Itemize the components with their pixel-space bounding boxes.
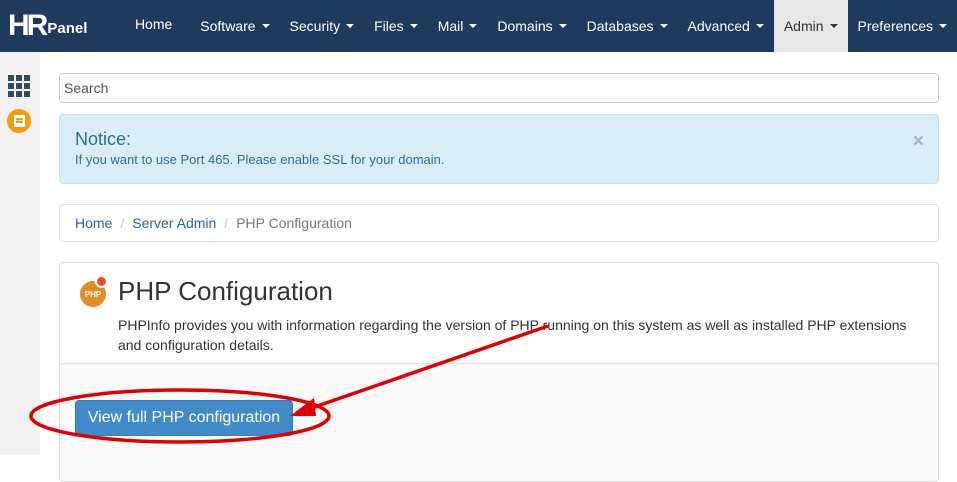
nav-domains[interactable]: Domains [487, 0, 576, 52]
gear-icon [95, 275, 108, 288]
file-manager-icon[interactable] [7, 109, 31, 133]
view-full-php-configuration-button[interactable]: View full PHP configuration [75, 400, 293, 436]
nav-security-label: Security [289, 18, 341, 34]
nav-preferences-label: Preferences [857, 18, 933, 34]
nav-databases[interactable]: Databases [577, 0, 678, 52]
caret-down-icon [659, 24, 668, 28]
caret-down-icon [261, 24, 270, 28]
caret-down-icon [469, 24, 478, 28]
nav-advanced-label: Advanced [687, 18, 750, 34]
panel-body: View full PHP configuration [60, 364, 938, 481]
panel-header: PHP PHP Configuration PHPInfo provides y… [60, 263, 938, 364]
caret-down-icon [939, 24, 947, 28]
nav-files-label: Files [374, 18, 404, 34]
php-config-panel: PHP PHP Configuration PHPInfo provides y… [59, 262, 939, 482]
caret-down-icon [409, 24, 418, 28]
nav-home[interactable]: Home [119, 0, 190, 50]
caret-down-icon [346, 24, 355, 28]
nav-domains-label: Domains [497, 18, 553, 34]
search-input[interactable] [59, 73, 939, 103]
nav-mail-label: Mail [437, 18, 464, 34]
hrpanel-logo[interactable]: HR Panel [8, 9, 88, 43]
breadcrumb-separator: / [224, 215, 229, 231]
logo-main-text: HR [8, 9, 48, 42]
close-icon[interactable]: × [913, 131, 924, 153]
breadcrumb-current: PHP Configuration [236, 215, 352, 231]
caret-down-icon [755, 24, 764, 28]
nav-advanced[interactable]: Advanced [678, 0, 774, 52]
caret-down-icon [558, 24, 567, 28]
nav-admin[interactable]: Admin [773, 0, 848, 52]
main-nav: Home Software Security Files Mail Domain… [119, 0, 957, 52]
breadcrumb-home[interactable]: Home [75, 215, 112, 231]
page-title: PHP Configuration [118, 276, 333, 306]
nav-admin-label: Admin [783, 18, 824, 34]
breadcrumb-server-admin[interactable]: Server Admin [132, 215, 216, 231]
breadcrumb-separator: / [120, 215, 125, 231]
nav-security[interactable]: Security [280, 0, 365, 52]
nav-preferences[interactable]: Preferences [848, 0, 957, 52]
notice-alert: Notice: If you want to use Port 465. Ple… [59, 114, 939, 184]
nav-files[interactable]: Files [364, 0, 428, 52]
nav-databases-label: Databases [586, 18, 654, 34]
notice-message: If you want to use Port 465. Please enab… [75, 152, 445, 167]
apps-grid-icon[interactable] [8, 75, 30, 97]
logo-sub-text: Panel [47, 20, 88, 37]
page-description: PHPInfo provides you with information re… [118, 317, 907, 353]
breadcrumb: Home / Server Admin / PHP Configuration [59, 204, 939, 242]
nav-software-label: Software [200, 18, 256, 34]
nav-mail[interactable]: Mail [428, 0, 488, 52]
caret-down-icon [829, 24, 838, 28]
notice-title: Notice: [75, 129, 132, 149]
top-navbar: HR Panel Home Software Security Files Mai… [0, 0, 957, 52]
nav-home-label: Home [134, 16, 173, 32]
left-sidebar [0, 52, 40, 455]
nav-software[interactable]: Software [190, 0, 279, 52]
